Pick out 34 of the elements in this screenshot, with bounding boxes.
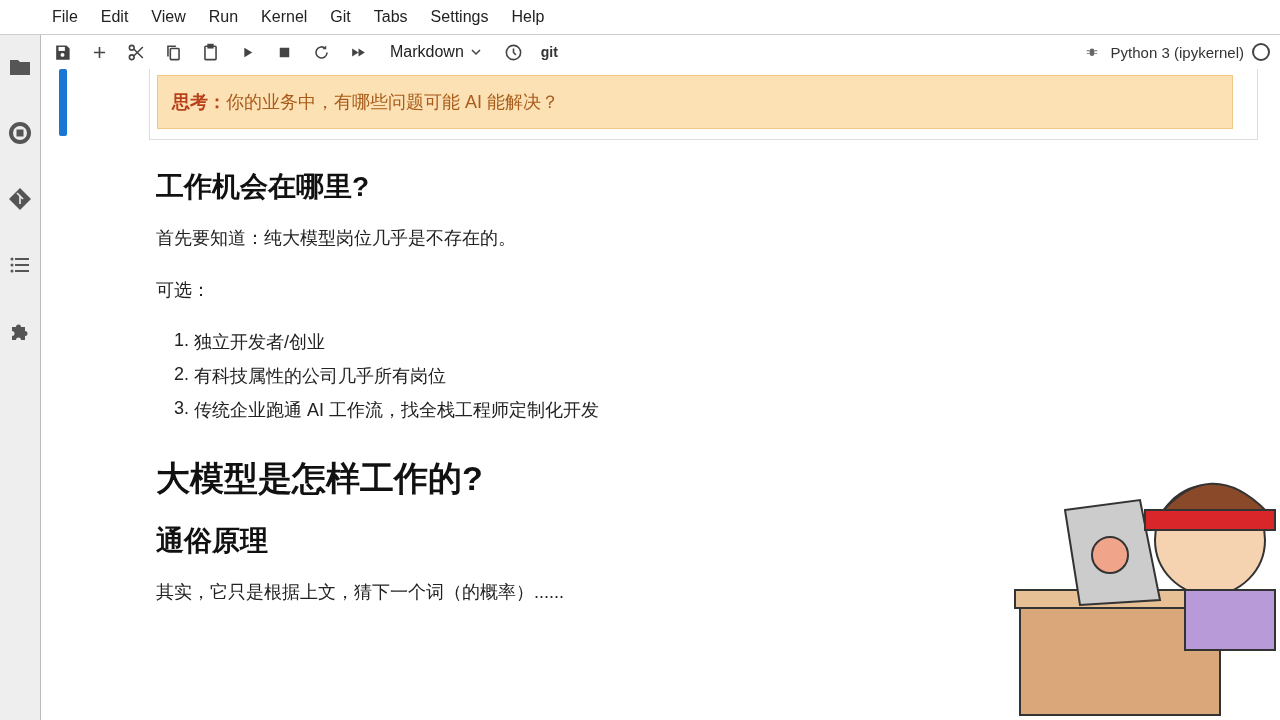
- warning-note: 思考：你的业务中，有哪些问题可能 AI 能解决？: [157, 75, 1233, 129]
- list-item-text: 独立开发者/创业: [194, 331, 326, 354]
- cell-type-dropdown[interactable]: Markdown: [386, 43, 486, 61]
- subheading: 通俗原理: [156, 524, 269, 558]
- save-icon[interactable]: [53, 42, 72, 62]
- git-icon[interactable]: [8, 187, 32, 211]
- clipboard-icon[interactable]: [201, 42, 220, 62]
- list-number: 3.: [174, 398, 189, 420]
- heading: 大模型是怎样工作的?: [156, 458, 484, 499]
- menu-item[interactable]: Edit: [88, 8, 140, 26]
- kernel-name[interactable]: Python 3 (ipykernel): [1110, 43, 1244, 61]
- menu-item[interactable]: Git: [318, 8, 362, 26]
- git-button[interactable]: git: [540, 44, 558, 60]
- menu-item[interactable]: Settings: [418, 8, 500, 26]
- paragraph: 首先要知道：纯大模型岗位几乎是不存在的。: [156, 227, 517, 250]
- caret-icon: [469, 46, 482, 58]
- clock-icon[interactable]: [503, 42, 523, 62]
- list-item-text: 传统企业跑通 AI 工作流，找全栈工程师定制化开发: [194, 399, 600, 422]
- copy-icon[interactable]: [164, 42, 183, 62]
- paragraph: 可选：: [156, 279, 211, 302]
- list-number: 1.: [174, 330, 189, 352]
- menu-item[interactable]: Run: [196, 8, 250, 26]
- menu-item[interactable]: Kernel: [249, 8, 319, 26]
- list-number: 2.: [174, 364, 189, 386]
- cell-collapser[interactable]: [59, 69, 67, 136]
- menu-item[interactable]: File: [40, 8, 89, 26]
- subheading: 工作机会在哪里?: [156, 170, 371, 204]
- list-item-text: 有科技属性的公司几乎所有岗位: [194, 365, 446, 388]
- menu-item[interactable]: View: [139, 8, 197, 26]
- paragraph: 其实，它只是根据上文，猜下一个词（的概率）......: [156, 581, 565, 604]
- menu-item[interactable]: Tabs: [361, 8, 419, 26]
- stop-circle-icon[interactable]: [8, 121, 32, 145]
- menu-item[interactable]: Help: [499, 8, 556, 26]
- scissors-icon[interactable]: [127, 42, 146, 62]
